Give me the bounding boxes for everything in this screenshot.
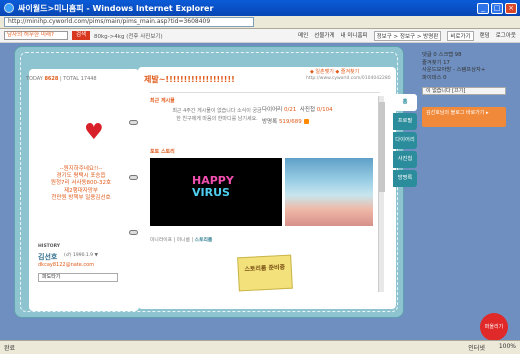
close-button[interactable]: ×	[505, 2, 517, 14]
new-badge-icon	[303, 119, 309, 124]
ring	[129, 175, 138, 180]
status-text: 완료	[4, 345, 16, 352]
search-button[interactable]: 검색	[72, 31, 90, 40]
ilchon-links[interactable]: ◆ 일촌맺기 ◆ 즐겨찾기	[310, 68, 359, 75]
blog-promo[interactable]: 김선호님의 블로그 바로가기 ▸	[422, 107, 506, 127]
side-menu: 홈 프로필 다이어리 사진첩 방명록	[393, 94, 417, 189]
history-label[interactable]: HISTORY	[38, 244, 60, 249]
visit-stats: TODAY 8628 | TOTAL 17448	[26, 76, 97, 82]
heart-icon: ♥	[84, 120, 104, 145]
storyroom-sticky-note: 스토리룸 준비중	[237, 254, 293, 292]
divider	[150, 92, 380, 93]
path-select[interactable]: 정보구 > 정보구 > 방명판	[373, 30, 442, 41]
menu-diary[interactable]: 다이어리	[393, 132, 417, 149]
status-zone: 인터넷 100%	[468, 343, 516, 352]
window-title: 싸이월드>미니홈피 - Windows Internet Explorer	[18, 3, 214, 13]
maximize-button[interactable]: □	[491, 2, 503, 14]
owner-name: 김선호	[38, 253, 58, 261]
link-main[interactable]: 메인	[298, 31, 308, 41]
share-button[interactable]: 퍼올리기	[480, 313, 508, 341]
ie-icon	[4, 3, 14, 13]
recent-message: 최근 4주간 게시물이 없습니다 소식이 궁금한 친구에게 마음의 한마디를 남…	[172, 108, 262, 122]
panel-line[interactable]: 댓글 0 스크랩 98	[422, 52, 506, 60]
photo-beach[interactable]	[285, 158, 373, 226]
goto-select[interactable]: 비로가기	[447, 30, 474, 41]
hompy-url[interactable]: http://www.cyworld.com/0104042280	[306, 76, 391, 81]
ring	[129, 230, 138, 235]
scroll-thumb[interactable]	[379, 102, 385, 192]
link-gift[interactable]: 선물가게	[314, 31, 334, 41]
panel-line[interactable]: 사운드모아방 - 스탬프상자+	[422, 67, 506, 75]
owner-meta[interactable]: (♂) 1990.1.9 ▼	[64, 253, 98, 258]
promo-link[interactable]: 80kg->4kg (전후 사진보기)	[94, 32, 163, 40]
tab-miniroom[interactable]: 미니룸	[177, 238, 190, 243]
search-input[interactable]: 남자의 허무한 미래?	[4, 31, 68, 40]
zoom-level[interactable]: 100%	[499, 343, 516, 352]
menu-guestbook[interactable]: 방명록	[393, 170, 417, 187]
panel-line[interactable]: 즐겨찾기 17	[422, 60, 506, 68]
room-tabs: 미니라이프 | 미니룸 | 스토리룸	[150, 238, 213, 243]
menu-profile[interactable]: 프로필	[393, 113, 417, 130]
window-titlebar: 싸이월드>미니홈피 - Windows Internet Explorer _ …	[0, 0, 520, 16]
photo-story-label: 포토 스토리	[150, 149, 175, 155]
bgm-bar[interactable]: 이 없습니다 [끄기]	[422, 87, 506, 95]
status-bar: 완료 인터넷 100%	[0, 340, 520, 354]
tab-minilife[interactable]: 미니라이프	[150, 238, 172, 243]
link-myhompy[interactable]: 내 미니홈피	[341, 31, 368, 41]
right-panel: 댓글 0 스크랩 98 즐겨찾기 17 사운드모아방 - 스탬프상자+ 파이데스…	[422, 52, 506, 127]
pado-select[interactable]: 파도타기	[38, 273, 118, 282]
panel-line[interactable]: 파이데스 0	[422, 75, 506, 83]
window-controls: _ □ ×	[477, 2, 517, 14]
happy-virus-text: HAPPY VIRUS	[192, 174, 234, 199]
binder-rings	[129, 120, 138, 285]
internet-zone: 인터넷	[468, 345, 485, 352]
link-random[interactable]: 랜덤	[480, 31, 490, 41]
top-links: 메인 선물가게 내 미니홈피 정보구 > 정보구 > 방명판 비로가기 랜덤 로…	[298, 30, 516, 41]
address-bar: http://minihp.cyworld.com/pims/main/pims…	[0, 16, 520, 29]
url-field[interactable]: http://minihp.cyworld.com/pims/main/pims…	[4, 17, 254, 27]
minimize-button[interactable]: _	[477, 2, 489, 14]
menu-photos[interactable]: 사진첩	[393, 151, 417, 168]
page-scrollbar[interactable]	[378, 96, 385, 292]
profile-notice: --원지하주네요!!-- 경기도 평택시 포승읍 원정7리 서사동800-32호…	[50, 166, 112, 201]
tab-storyroom[interactable]: 스토리룸	[195, 238, 213, 243]
owner-email[interactable]: dkcay8122@nate.com	[38, 262, 94, 268]
ring	[129, 120, 138, 125]
page-title: 제발~!!!!!!!!!!!!!!!!!!!	[144, 75, 235, 84]
menu-home[interactable]: 홈	[393, 94, 417, 111]
recent-label: 최근 게시물	[150, 98, 175, 104]
link-logout[interactable]: 로그아웃	[496, 31, 516, 41]
cyworld-topbar: 남자의 허무한 미래? 검색 80kg->4kg (전후 사진보기) 메인 선물…	[0, 29, 520, 43]
board-counts: 다이어리 0/21 사진첩 0/104 방명록 519/689	[262, 107, 333, 125]
